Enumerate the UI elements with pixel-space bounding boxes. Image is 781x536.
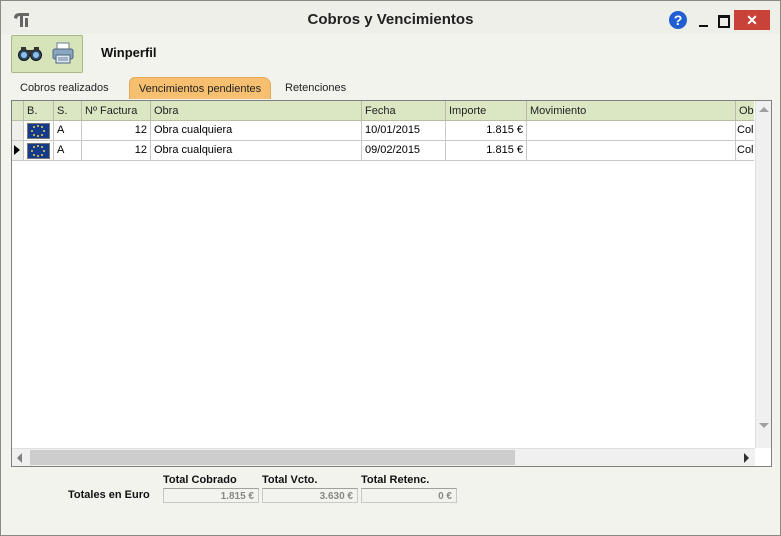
movimiento-cell [527,121,736,140]
column-header-banco[interactable]: B. [24,101,54,120]
importe-cell: 1.815 € [446,141,527,160]
eu-flag-icon [27,143,50,159]
fecha-cell: 09/02/2015 [362,141,446,160]
observaciones-cell: Col [737,144,754,156]
bank-cell [24,141,54,160]
column-header-movimiento[interactable]: Movimiento [527,101,736,120]
column-header-factura[interactable]: Nº Factura [82,101,151,120]
obra-cell: Obra cualquiera [151,121,362,140]
header-selector [12,101,24,120]
movimiento-cell [527,141,736,160]
obra-cell: Obra cualquiera [151,141,362,160]
column-header-obra[interactable]: Obra [151,101,362,120]
column-header-importe[interactable]: Importe [446,101,527,120]
print-button[interactable] [50,41,76,65]
table-row[interactable]: A 12 Obra cualquiera 10/01/2015 1.815 € … [12,121,754,141]
row-selector[interactable] [12,141,24,160]
maximize-button[interactable] [713,13,733,29]
scroll-up-icon[interactable] [759,107,769,112]
factura-cell: 12 [82,141,151,160]
search-button[interactable] [17,41,43,65]
toolbar [11,35,83,73]
vertical-scrollbar[interactable] [755,101,771,448]
totals-label: Totales en Euro [68,489,150,501]
horizontal-scroll-thumb[interactable] [30,450,515,465]
fecha-cell: 10/01/2015 [362,121,446,140]
tab-retenciones[interactable]: Retenciones [285,77,375,98]
current-row-arrow-icon [14,145,20,155]
row-selector[interactable] [12,121,24,140]
close-button[interactable]: ✕ [734,10,770,30]
help-button[interactable]: ? [669,11,687,29]
scroll-down-icon[interactable] [759,423,769,428]
total-cobrado-header: Total Cobrado [163,474,237,486]
column-header-observaciones[interactable]: Ob [736,101,755,120]
tab-bar: Cobros realizados Vencimientos pendiente… [11,77,771,99]
scroll-left-icon[interactable] [17,453,22,463]
scroll-right-icon[interactable] [744,453,749,463]
horizontal-scrollbar[interactable] [12,448,755,466]
table-row[interactable]: A 12 Obra cualquiera 09/02/2015 1.815 € … [12,141,754,161]
total-vcto-header: Total Vcto. [262,474,318,486]
total-cobrado-value: 1.815 € [163,488,259,503]
observaciones-cell: Col [737,124,754,136]
total-vcto-value: 3.630 € [262,488,358,503]
importe-cell: 1.815 € [446,121,527,140]
tab-vencimientos-pendientes[interactable]: Vencimientos pendientes [129,77,271,99]
titlebar[interactable]: Cobros y Vencimientos ? ✕ [1,1,780,34]
window-title: Cobros y Vencimientos [307,11,474,28]
tab-cobros-realizados[interactable]: Cobros realizados [11,77,130,98]
vencimientos-grid[interactable]: B. S. Nº Factura Obra Fecha Importe Movi… [11,100,772,467]
module-name: Winperfil [101,45,157,60]
column-header-fecha[interactable]: Fecha [362,101,446,120]
grid-header: B. S. Nº Factura Obra Fecha Importe Movi… [12,101,754,121]
binoculars-icon [18,47,42,61]
minimize-icon [699,25,708,27]
factura-cell: 12 [82,121,151,140]
eu-flag-icon [27,123,50,139]
column-header-serie[interactable]: S. [54,101,82,120]
serie-cell: A [54,141,82,160]
printer-icon [52,42,74,64]
total-retenc-value: 0 € [361,488,457,503]
total-retenc-header: Total Retenc. [361,474,430,486]
serie-cell: A [54,121,82,140]
bank-cell [24,121,54,140]
minimize-button[interactable] [693,13,713,27]
maximize-icon [718,15,730,28]
window: Cobros y Vencimientos ? ✕ Winperfil Cobr… [0,0,781,536]
